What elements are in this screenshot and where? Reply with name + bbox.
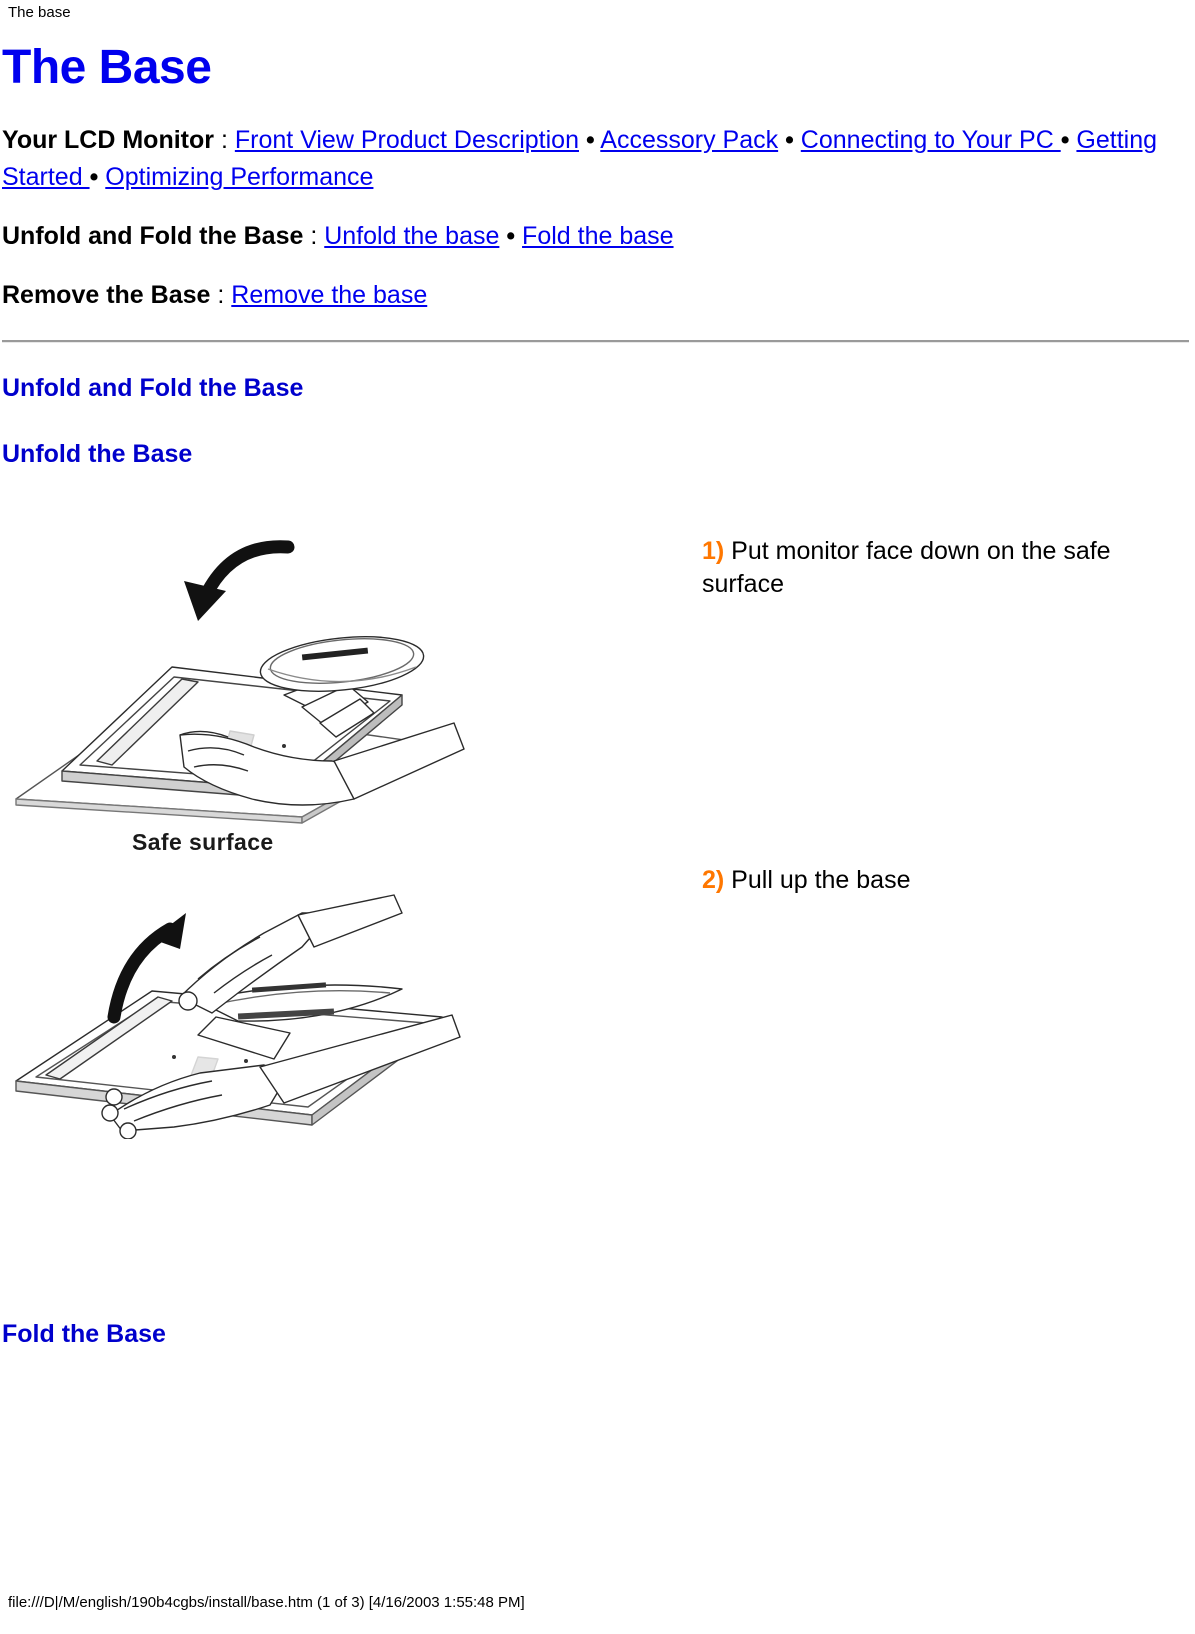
nav-group-your-lcd-monitor: Your LCD Monitor : Front View Product De… xyxy=(2,122,1189,196)
section-heading-unfold-the-base: Unfold the Base xyxy=(2,440,193,468)
link-accessory-pack[interactable]: Accessory Pack xyxy=(600,126,778,154)
unfold-steps-area: Safe surface 1) Put monitor face down on… xyxy=(2,499,1189,1199)
figure-pull-up-base xyxy=(15,894,461,1139)
nav-separator: • xyxy=(89,163,99,191)
link-front-view-product-description[interactable]: Front View Product Description xyxy=(235,126,579,154)
link-optimizing-performance[interactable]: Optimizing Performance xyxy=(105,163,373,191)
page-title: The Base xyxy=(2,41,212,94)
step-1: 1) Put monitor face down on the safe sur… xyxy=(702,535,1122,601)
document-content: The Base Your LCD Monitor : Front View P… xyxy=(0,40,1195,1349)
document-page: The base The Base Your LCD Monitor : Fro… xyxy=(0,0,1195,1634)
safe-surface-label: Safe surface xyxy=(132,829,274,855)
nav-colon: : xyxy=(210,281,232,309)
link-remove-the-base[interactable]: Remove the base xyxy=(231,281,427,309)
nav-group-label: Remove the Base xyxy=(2,281,211,309)
link-fold-the-base[interactable]: Fold the base xyxy=(522,222,674,250)
figure-monitor-face-down xyxy=(15,540,465,824)
nav-separator: • xyxy=(585,126,595,154)
nav-group-label: Your LCD Monitor xyxy=(2,126,214,154)
unfold-illustrations: Safe surface xyxy=(2,499,472,1139)
step-1-number: 1) xyxy=(702,537,725,565)
fold-section: Fold the Base xyxy=(2,1319,1189,1349)
step-2-number: 2) xyxy=(702,866,725,894)
section-heading-fold-the-base: Fold the Base xyxy=(2,1320,166,1348)
link-unfold-the-base[interactable]: Unfold the base xyxy=(324,222,499,250)
nav-group-unfold-and-fold-the-base: Unfold and Fold the Base : Unfold the ba… xyxy=(2,218,1189,255)
step-2: 2) Pull up the base xyxy=(702,864,1122,897)
horizontal-rule xyxy=(2,340,1189,343)
section-heading-unfold-and-fold-the-base: Unfold and Fold the Base xyxy=(2,374,304,402)
browser-page-header: The base xyxy=(8,4,71,21)
nav-separator: • xyxy=(785,126,794,154)
nav-group-label: Unfold and Fold the Base xyxy=(2,222,304,250)
step-2-text: Pull up the base xyxy=(724,866,911,894)
nav-colon: : xyxy=(214,126,235,154)
nav-separator: • xyxy=(1060,126,1070,154)
link-connecting-to-your-pc[interactable]: Connecting to Your PC xyxy=(801,126,1061,154)
step-1-text: Put monitor face down on the safe surfac… xyxy=(702,537,1111,598)
document-footer-path: file:///D|/M/english/190b4cgbs/install/b… xyxy=(8,1594,525,1611)
nav-separator: • xyxy=(506,222,516,250)
nav-group-remove-the-base: Remove the Base : Remove the base xyxy=(2,277,1189,314)
nav-colon: : xyxy=(303,222,325,250)
